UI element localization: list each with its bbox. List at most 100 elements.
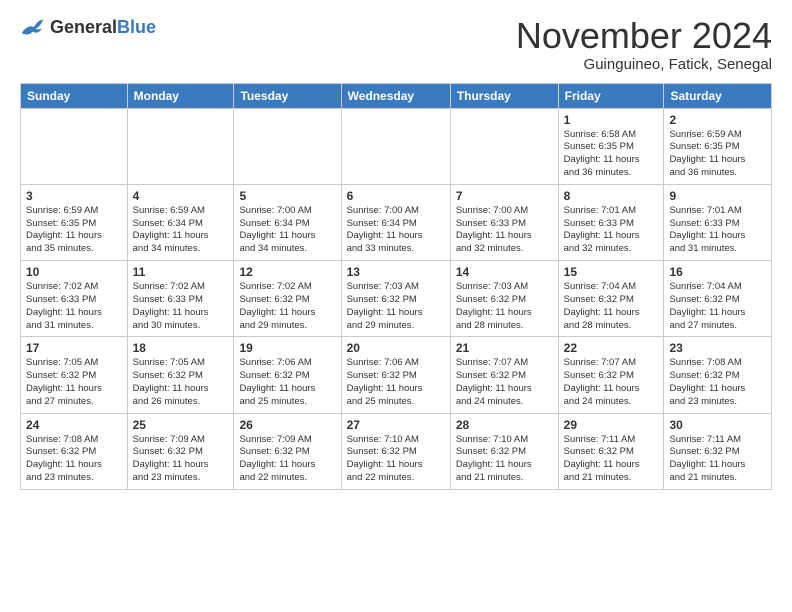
- day-info: Sunrise: 7:03 AM Sunset: 6:32 PM Dayligh…: [347, 281, 445, 332]
- day-info: Sunrise: 7:11 AM Sunset: 6:32 PM Dayligh…: [564, 434, 659, 485]
- logo-bird-icon: [20, 16, 48, 38]
- day-info: Sunrise: 7:08 AM Sunset: 6:32 PM Dayligh…: [26, 434, 122, 485]
- day-number: 18: [133, 341, 229, 355]
- day-number: 22: [564, 341, 659, 355]
- calendar-cell: 26 Sunrise: 7:09 AM Sunset: 6:32 PM Dayli…: [234, 413, 341, 489]
- day-info: Sunrise: 7:07 AM Sunset: 6:32 PM Dayligh…: [456, 357, 553, 408]
- calendar-cell: 15 Sunrise: 7:04 AM Sunset: 6:32 PM Dayli…: [558, 261, 664, 337]
- day-info: Sunrise: 7:03 AM Sunset: 6:32 PM Dayligh…: [456, 281, 553, 332]
- day-number: 3: [26, 189, 122, 203]
- page: General Blue November 2024 Guinguineo, F…: [0, 0, 792, 506]
- day-number: 5: [239, 189, 335, 203]
- week-row-5: 24 Sunrise: 7:08 AM Sunset: 6:32 PM Dayli…: [21, 413, 772, 489]
- calendar-cell: 25Sunrise: 7:09 AM Sunset: 6:32 PM Dayli…: [127, 413, 234, 489]
- day-number: 26: [239, 418, 335, 432]
- calendar-cell: 2Sunrise: 6:59 AM Sunset: 6:35 PM Daylig…: [664, 108, 772, 184]
- day-info: Sunrise: 7:07 AM Sunset: 6:32 PM Dayligh…: [564, 357, 659, 408]
- calendar-cell: 6Sunrise: 7:00 AM Sunset: 6:34 PM Daylig…: [341, 184, 450, 260]
- day-number: 30: [669, 418, 766, 432]
- calendar-cell: 8 Sunrise: 7:01 AM Sunset: 6:33 PM Daylig…: [558, 184, 664, 260]
- day-info: Sunrise: 7:02 AM Sunset: 6:33 PM Dayligh…: [133, 281, 229, 332]
- weekday-header-tuesday: Tuesday: [234, 83, 341, 108]
- calendar-cell: 10 Sunrise: 7:02 AM Sunset: 6:33 PM Dayli…: [21, 261, 128, 337]
- weekday-header-wednesday: Wednesday: [341, 83, 450, 108]
- calendar-cell: [450, 108, 558, 184]
- calendar-cell: 4 Sunrise: 6:59 AM Sunset: 6:34 PM Daylig…: [127, 184, 234, 260]
- day-info: Sunrise: 7:00 AM Sunset: 6:33 PM Dayligh…: [456, 205, 553, 256]
- calendar-cell: 24 Sunrise: 7:08 AM Sunset: 6:32 PM Dayli…: [21, 413, 128, 489]
- day-info: Sunrise: 7:01 AM Sunset: 6:33 PM Dayligh…: [564, 205, 659, 256]
- calendar-cell: [341, 108, 450, 184]
- month-title: November 2024: [516, 16, 772, 56]
- logo-blue-text: Blue: [117, 17, 156, 38]
- calendar-cell: [21, 108, 128, 184]
- day-info: Sunrise: 6:59 AM Sunset: 6:35 PM Dayligh…: [26, 205, 122, 256]
- calendar-cell: 16Sunrise: 7:04 AM Sunset: 6:32 PM Dayli…: [664, 261, 772, 337]
- day-info: Sunrise: 7:11 AM Sunset: 6:32 PM Dayligh…: [669, 434, 766, 485]
- day-info: Sunrise: 7:09 AM Sunset: 6:32 PM Dayligh…: [239, 434, 335, 485]
- day-info: Sunrise: 7:04 AM Sunset: 6:32 PM Dayligh…: [564, 281, 659, 332]
- day-number: 29: [564, 418, 659, 432]
- day-info: Sunrise: 7:10 AM Sunset: 6:32 PM Dayligh…: [456, 434, 553, 485]
- day-number: 1: [564, 113, 659, 127]
- day-number: 20: [347, 341, 445, 355]
- day-number: 27: [347, 418, 445, 432]
- day-number: 10: [26, 265, 122, 279]
- day-info: Sunrise: 6:59 AM Sunset: 6:34 PM Dayligh…: [133, 205, 229, 256]
- calendar-body: 1Sunrise: 6:58 AM Sunset: 6:35 PM Daylig…: [21, 108, 772, 489]
- day-info: Sunrise: 7:08 AM Sunset: 6:32 PM Dayligh…: [669, 357, 766, 408]
- day-number: 8: [564, 189, 659, 203]
- day-number: 11: [133, 265, 229, 279]
- calendar-cell: 11 Sunrise: 7:02 AM Sunset: 6:33 PM Dayli…: [127, 261, 234, 337]
- day-info: Sunrise: 7:04 AM Sunset: 6:32 PM Dayligh…: [669, 281, 766, 332]
- day-number: 9: [669, 189, 766, 203]
- day-info: Sunrise: 7:00 AM Sunset: 6:34 PM Dayligh…: [239, 205, 335, 256]
- day-number: 21: [456, 341, 553, 355]
- logo: General Blue: [20, 16, 156, 38]
- calendar-cell: 9 Sunrise: 7:01 AM Sunset: 6:33 PM Daylig…: [664, 184, 772, 260]
- calendar-cell: 18 Sunrise: 7:05 AM Sunset: 6:32 PM Dayli…: [127, 337, 234, 413]
- calendar-cell: [127, 108, 234, 184]
- week-row-3: 10 Sunrise: 7:02 AM Sunset: 6:33 PM Dayli…: [21, 261, 772, 337]
- day-number: 28: [456, 418, 553, 432]
- day-info: Sunrise: 7:01 AM Sunset: 6:33 PM Dayligh…: [669, 205, 766, 256]
- calendar-cell: 27 Sunrise: 7:10 AM Sunset: 6:32 PM Dayli…: [341, 413, 450, 489]
- calendar-table: SundayMondayTuesdayWednesdayThursdayFrid…: [20, 83, 772, 490]
- calendar-header: SundayMondayTuesdayWednesdayThursdayFrid…: [21, 83, 772, 108]
- day-number: 24: [26, 418, 122, 432]
- week-row-1: 1Sunrise: 6:58 AM Sunset: 6:35 PM Daylig…: [21, 108, 772, 184]
- calendar-cell: 1Sunrise: 6:58 AM Sunset: 6:35 PM Daylig…: [558, 108, 664, 184]
- day-number: 12: [239, 265, 335, 279]
- calendar-cell: 28 Sunrise: 7:10 AM Sunset: 6:32 PM Dayli…: [450, 413, 558, 489]
- calendar-cell: 13 Sunrise: 7:03 AM Sunset: 6:32 PM Dayli…: [341, 261, 450, 337]
- day-number: 19: [239, 341, 335, 355]
- weekday-header-sunday: Sunday: [21, 83, 128, 108]
- calendar-cell: 30 Sunrise: 7:11 AM Sunset: 6:32 PM Dayli…: [664, 413, 772, 489]
- calendar-cell: 20Sunrise: 7:06 AM Sunset: 6:32 PM Dayli…: [341, 337, 450, 413]
- day-number: 13: [347, 265, 445, 279]
- calendar-cell: 17Sunrise: 7:05 AM Sunset: 6:32 PM Dayli…: [21, 337, 128, 413]
- weekday-header-thursday: Thursday: [450, 83, 558, 108]
- day-info: Sunrise: 7:00 AM Sunset: 6:34 PM Dayligh…: [347, 205, 445, 256]
- day-number: 2: [669, 113, 766, 127]
- calendar-cell: 22 Sunrise: 7:07 AM Sunset: 6:32 PM Dayli…: [558, 337, 664, 413]
- calendar-cell: 14Sunrise: 7:03 AM Sunset: 6:32 PM Dayli…: [450, 261, 558, 337]
- week-row-2: 3 Sunrise: 6:59 AM Sunset: 6:35 PM Daylig…: [21, 184, 772, 260]
- weekday-header-saturday: Saturday: [664, 83, 772, 108]
- day-info: Sunrise: 7:02 AM Sunset: 6:33 PM Dayligh…: [26, 281, 122, 332]
- day-info: Sunrise: 7:05 AM Sunset: 6:32 PM Dayligh…: [133, 357, 229, 408]
- day-number: 23: [669, 341, 766, 355]
- calendar-cell: 5 Sunrise: 7:00 AM Sunset: 6:34 PM Daylig…: [234, 184, 341, 260]
- day-info: Sunrise: 7:09 AM Sunset: 6:32 PM Dayligh…: [133, 434, 229, 485]
- day-number: 15: [564, 265, 659, 279]
- calendar-cell: 12Sunrise: 7:02 AM Sunset: 6:32 PM Dayli…: [234, 261, 341, 337]
- weekday-header-monday: Monday: [127, 83, 234, 108]
- day-number: 4: [133, 189, 229, 203]
- calendar-cell: [234, 108, 341, 184]
- weekday-header-row: SundayMondayTuesdayWednesdayThursdayFrid…: [21, 83, 772, 108]
- day-number: 7: [456, 189, 553, 203]
- calendar-cell: 21 Sunrise: 7:07 AM Sunset: 6:32 PM Dayli…: [450, 337, 558, 413]
- day-info: Sunrise: 7:10 AM Sunset: 6:32 PM Dayligh…: [347, 434, 445, 485]
- calendar-cell: 23 Sunrise: 7:08 AM Sunset: 6:32 PM Dayli…: [664, 337, 772, 413]
- calendar-cell: 19Sunrise: 7:06 AM Sunset: 6:32 PM Dayli…: [234, 337, 341, 413]
